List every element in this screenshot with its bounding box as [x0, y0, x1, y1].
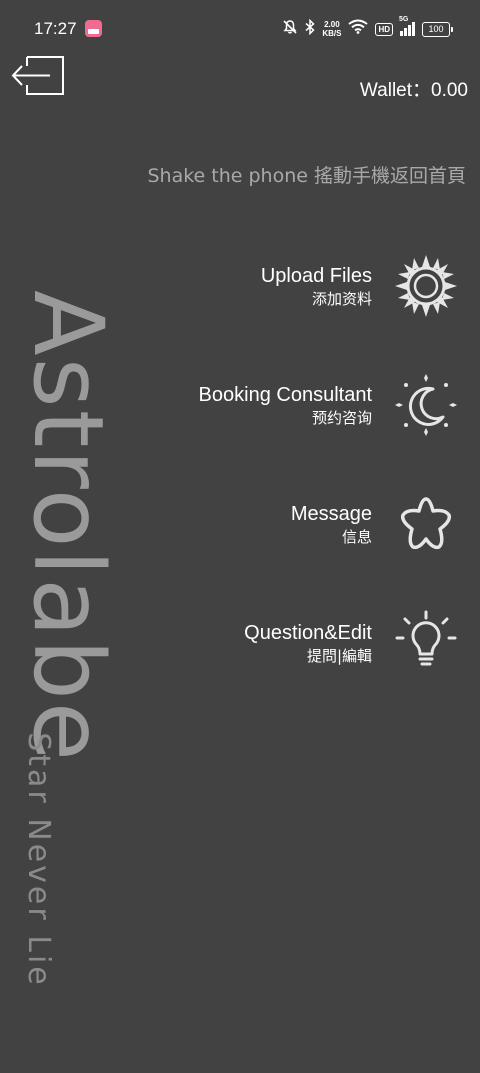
menu-item-text: Question&Edit 提問|編輯: [244, 620, 372, 666]
exit-icon: [10, 56, 66, 102]
menu-item-text: Upload Files 添加资料: [261, 263, 372, 309]
menu-item-title: Message: [290, 503, 372, 525]
menu-item-text: Message 信息: [291, 501, 372, 547]
shake-hint: Shake the phone 搖動手機返回首頁: [147, 165, 466, 187]
menu-item-message[interactable]: Message 信息: [100, 488, 460, 560]
wallet-balance: Wallet：0.00: [359, 80, 468, 101]
sun-icon: [392, 252, 460, 320]
network-speed-unit: KB/S: [322, 29, 342, 38]
bluetooth-icon: [305, 18, 315, 40]
menu-item-subtitle: 提問|編輯: [306, 647, 372, 665]
menu-item-upload-files[interactable]: Upload Files 添加资料: [100, 250, 460, 322]
mute-bell-icon: [282, 19, 298, 40]
network-type: 5G: [399, 16, 409, 23]
brand-tagline: Star Never Lie: [21, 732, 56, 988]
menu-item-text: Booking Consultant 预约咨询: [199, 382, 372, 428]
battery-indicator: 100: [422, 21, 453, 37]
menu-item-title: Question&Edit: [244, 622, 372, 644]
lightbulb-icon: [392, 609, 460, 677]
signal-icon: 5G: [399, 16, 415, 36]
status-time: 17:27: [34, 19, 77, 38]
moon-stars-icon: [392, 371, 460, 439]
menu-item-question-edit[interactable]: Question&Edit 提問|編輯: [100, 607, 460, 679]
menu-item-title: Upload Files: [260, 265, 372, 287]
menu-item-booking-consultant[interactable]: Booking Consultant 预约咨询: [100, 369, 460, 441]
network-speed-value: 2.00: [324, 20, 340, 29]
status-bar: 17:27 2.00 KB/S HD 5G 100: [0, 0, 480, 58]
wifi-icon: [348, 19, 369, 39]
star-icon: [392, 490, 460, 558]
menu-item-subtitle: 预约咨询: [311, 409, 372, 427]
hd-badge: HD: [375, 22, 393, 36]
status-icons: 2.00 KB/S HD 5G 100: [282, 16, 453, 40]
menu-item-title: Booking Consultant: [198, 384, 372, 406]
exit-button[interactable]: [10, 54, 66, 98]
network-speed: 2.00 KB/S: [322, 20, 341, 38]
brand-title: Astrolabe: [12, 290, 124, 763]
menu-item-subtitle: 信息: [341, 528, 372, 546]
app-notification-icon: [85, 20, 102, 37]
menu-item-subtitle: 添加资料: [311, 290, 372, 308]
